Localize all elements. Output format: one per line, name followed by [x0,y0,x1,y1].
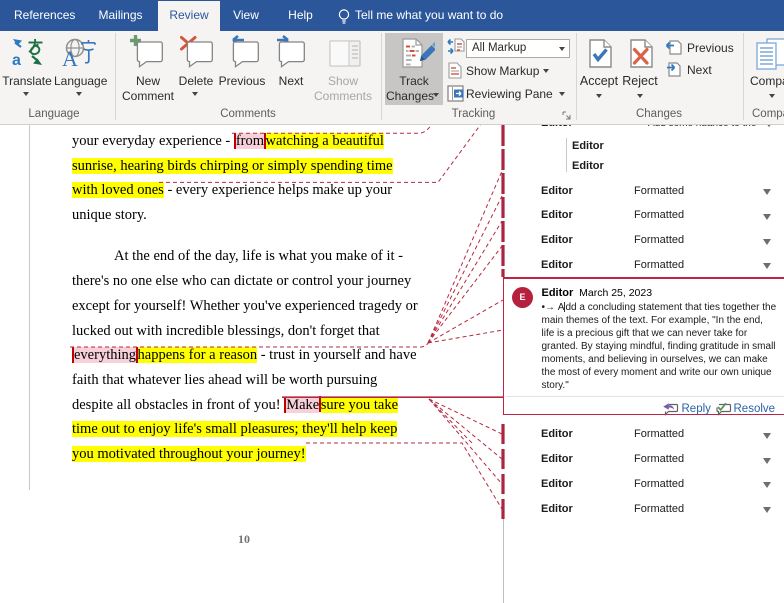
svg-text:A: A [62,46,78,66]
svg-text:a: a [12,52,21,66]
